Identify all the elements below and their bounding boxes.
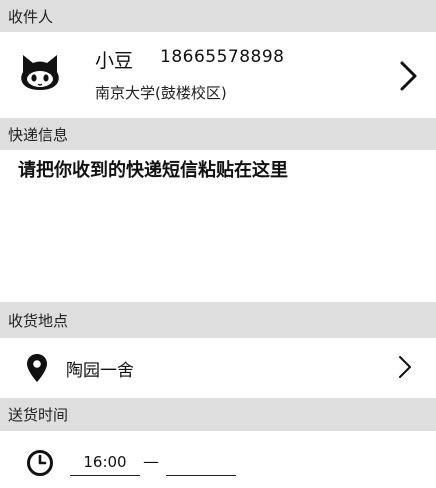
- express-section-title: 快递信息: [8, 125, 69, 144]
- recipient-phone: 18665578898: [160, 47, 285, 67]
- delivery-place-value: 陶园一舍: [66, 361, 134, 381]
- recipient-section-header: 收件人: [0, 0, 436, 32]
- delivery-time-row: —: [0, 431, 436, 488]
- end-time-input[interactable]: [166, 449, 236, 476]
- github-octocat-icon: [21, 55, 59, 90]
- recipient-section-title: 收件人: [8, 7, 54, 26]
- clock-icon: [27, 450, 53, 476]
- delivery-place-row[interactable]: 陶园一舍: [0, 338, 436, 398]
- chevron-right-icon[interactable]: [398, 60, 420, 92]
- chevron-right-icon[interactable]: [398, 355, 412, 379]
- recipient-row[interactable]: 小豆 18665578898 南京大学(鼓楼校区): [0, 32, 436, 118]
- time-section-title: 送货时间: [8, 406, 69, 424]
- express-section-header: 快递信息: [0, 118, 436, 150]
- time-section-header: 送货时间: [0, 398, 436, 431]
- place-section-header: 收货地点: [0, 302, 436, 338]
- express-sms-textarea[interactable]: 请把你收到的快递短信粘贴在这里: [0, 150, 436, 302]
- place-section-title: 收货地点: [8, 311, 69, 330]
- start-time-input[interactable]: [70, 449, 140, 476]
- express-sms-placeholder: 请把你收到的快递短信粘贴在这里: [18, 160, 288, 181]
- recipient-name: 小豆: [95, 50, 134, 72]
- time-range-separator: —: [143, 452, 159, 471]
- location-pin-icon: [27, 354, 47, 382]
- recipient-address: 南京大学(鼓楼校区): [95, 84, 227, 102]
